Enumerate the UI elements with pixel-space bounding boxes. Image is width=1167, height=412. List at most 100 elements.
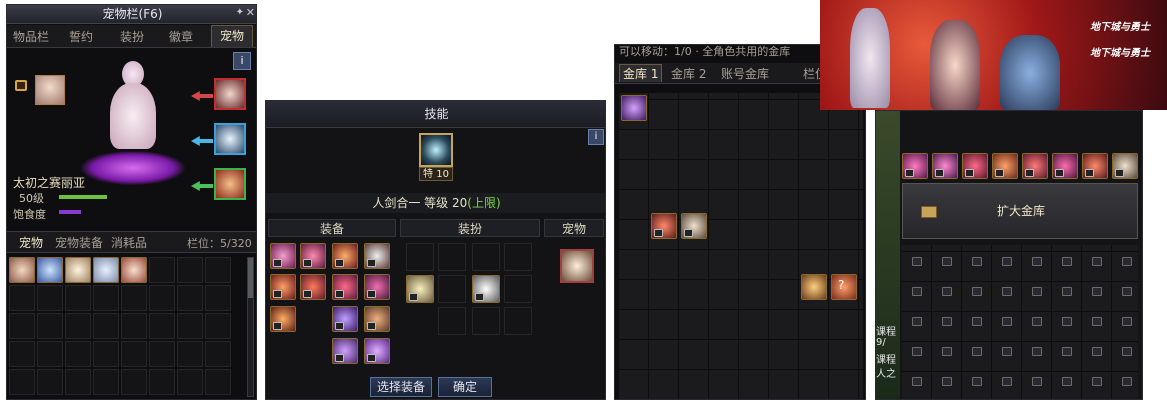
grid-slot[interactable] <box>65 313 91 339</box>
tab-costume[interactable]: 装扮 <box>120 28 144 45</box>
grid-slot[interactable] <box>93 285 119 311</box>
grid-slot[interactable] <box>149 313 175 339</box>
pet-avatar[interactable] <box>35 75 65 105</box>
grid-slot[interactable] <box>149 369 175 395</box>
vault-item[interactable] <box>651 213 677 239</box>
pet-item-2[interactable] <box>37 257 63 283</box>
vault-item[interactable] <box>932 153 958 179</box>
skill-info-icon[interactable]: i <box>588 129 604 145</box>
equip-item[interactable] <box>364 306 390 332</box>
grid-slot[interactable] <box>121 313 147 339</box>
pet-item-3[interactable] <box>65 257 91 283</box>
pet-item-4[interactable] <box>93 257 119 283</box>
pet-equip-slot-blue[interactable] <box>214 123 246 155</box>
equip-item[interactable] <box>332 243 358 269</box>
grid-slot[interactable] <box>121 285 147 311</box>
vault-item[interactable] <box>1082 153 1108 179</box>
grid-slot[interactable] <box>93 369 119 395</box>
equip-item[interactable] <box>364 338 390 364</box>
grid-slot[interactable] <box>37 285 63 311</box>
grid-slot[interactable] <box>65 285 91 311</box>
grid-slot[interactable] <box>121 341 147 367</box>
grid-slot[interactable] <box>149 257 175 283</box>
grid-slot[interactable] <box>93 313 119 339</box>
grid-slot[interactable] <box>205 313 231 339</box>
grid-slot[interactable] <box>9 369 35 395</box>
tab-vault-2[interactable]: 金库 2 <box>671 65 706 82</box>
pet-item-5[interactable] <box>121 257 147 283</box>
costume-item[interactable] <box>406 275 434 303</box>
pet-info-icon[interactable]: i <box>233 52 251 70</box>
grid-slot[interactable] <box>177 285 203 311</box>
costume-slot[interactable] <box>438 307 466 335</box>
select-equip-button[interactable]: 选择装备 <box>370 377 432 397</box>
equip-item[interactable] <box>270 243 296 269</box>
vault-item[interactable] <box>1022 153 1048 179</box>
grid-slot[interactable] <box>9 285 35 311</box>
vault-item[interactable] <box>1052 153 1078 179</box>
tab-pet[interactable]: 宠物 <box>211 25 253 47</box>
tab-inventory[interactable]: 物品栏 <box>13 28 49 45</box>
vault-item[interactable] <box>621 95 647 121</box>
equip-item[interactable] <box>332 306 358 332</box>
costume-slot[interactable] <box>406 243 434 271</box>
grid-slot[interactable] <box>205 341 231 367</box>
subtab-consumables[interactable]: 消耗品 <box>111 234 147 251</box>
tab-vault-1[interactable]: 金库 1 <box>619 64 663 82</box>
costume-slot[interactable] <box>438 275 466 303</box>
grid-slot[interactable] <box>149 341 175 367</box>
equip-item[interactable] <box>270 306 296 332</box>
grid-slot[interactable] <box>65 369 91 395</box>
grid-slot[interactable] <box>205 257 231 283</box>
tab-oath[interactable]: 誓约 <box>69 28 93 45</box>
pin-icon[interactable]: ✦ <box>236 7 244 18</box>
pet-scrollbar[interactable] <box>247 257 254 397</box>
equip-item[interactable] <box>270 274 296 300</box>
subtab-pet[interactable]: 宠物 <box>19 234 43 251</box>
equip-item[interactable] <box>364 274 390 300</box>
costume-slot[interactable] <box>472 243 500 271</box>
grid-slot[interactable] <box>177 369 203 395</box>
expand-vault-button[interactable]: 扩大金库 <box>902 183 1138 239</box>
tab-emblem[interactable]: 徽章 <box>169 28 193 45</box>
grid-slot[interactable] <box>65 341 91 367</box>
vault-item[interactable] <box>681 213 707 239</box>
vault-item[interactable] <box>801 274 827 300</box>
vault-item[interactable]: ? <box>831 274 857 300</box>
vault-item[interactable] <box>1112 153 1138 179</box>
grid-slot[interactable] <box>177 313 203 339</box>
equip-item[interactable] <box>300 243 326 269</box>
promo-banner[interactable]: 地下城与勇士 地下城与勇士 <box>820 0 1167 110</box>
costume-slot[interactable] <box>504 307 532 335</box>
costume-slot[interactable] <box>504 243 532 271</box>
vault-item[interactable] <box>992 153 1018 179</box>
grid-slot[interactable] <box>121 369 147 395</box>
pet-equip-slot-red[interactable] <box>214 78 246 110</box>
costume-slot[interactable] <box>472 307 500 335</box>
equip-item[interactable] <box>332 338 358 364</box>
subtab-pet-equip[interactable]: 宠物装备 <box>55 234 103 251</box>
equip-item[interactable] <box>300 274 326 300</box>
vault-item[interactable] <box>962 153 988 179</box>
pet-item-1[interactable] <box>9 257 35 283</box>
vault-item[interactable] <box>902 153 928 179</box>
grid-slot[interactable] <box>37 369 63 395</box>
equip-item[interactable] <box>364 243 390 269</box>
lock-icon[interactable] <box>15 80 27 91</box>
costume-slot[interactable] <box>438 243 466 271</box>
grid-slot[interactable] <box>9 313 35 339</box>
equip-item[interactable] <box>332 274 358 300</box>
pet-equip-slot-green[interactable] <box>214 168 246 200</box>
grid-slot[interactable] <box>205 369 231 395</box>
grid-slot[interactable] <box>177 341 203 367</box>
grid-slot[interactable] <box>149 285 175 311</box>
costume-slot[interactable] <box>504 275 532 303</box>
grid-slot[interactable] <box>93 341 119 367</box>
skill-icon[interactable] <box>419 133 453 167</box>
grid-slot[interactable] <box>205 285 231 311</box>
close-icon[interactable]: ✕ <box>246 6 255 19</box>
grid-slot[interactable] <box>37 313 63 339</box>
tab-account-vault[interactable]: 账号金库 <box>721 65 769 82</box>
grid-slot[interactable] <box>177 257 203 283</box>
pet-slot[interactable] <box>560 249 594 283</box>
